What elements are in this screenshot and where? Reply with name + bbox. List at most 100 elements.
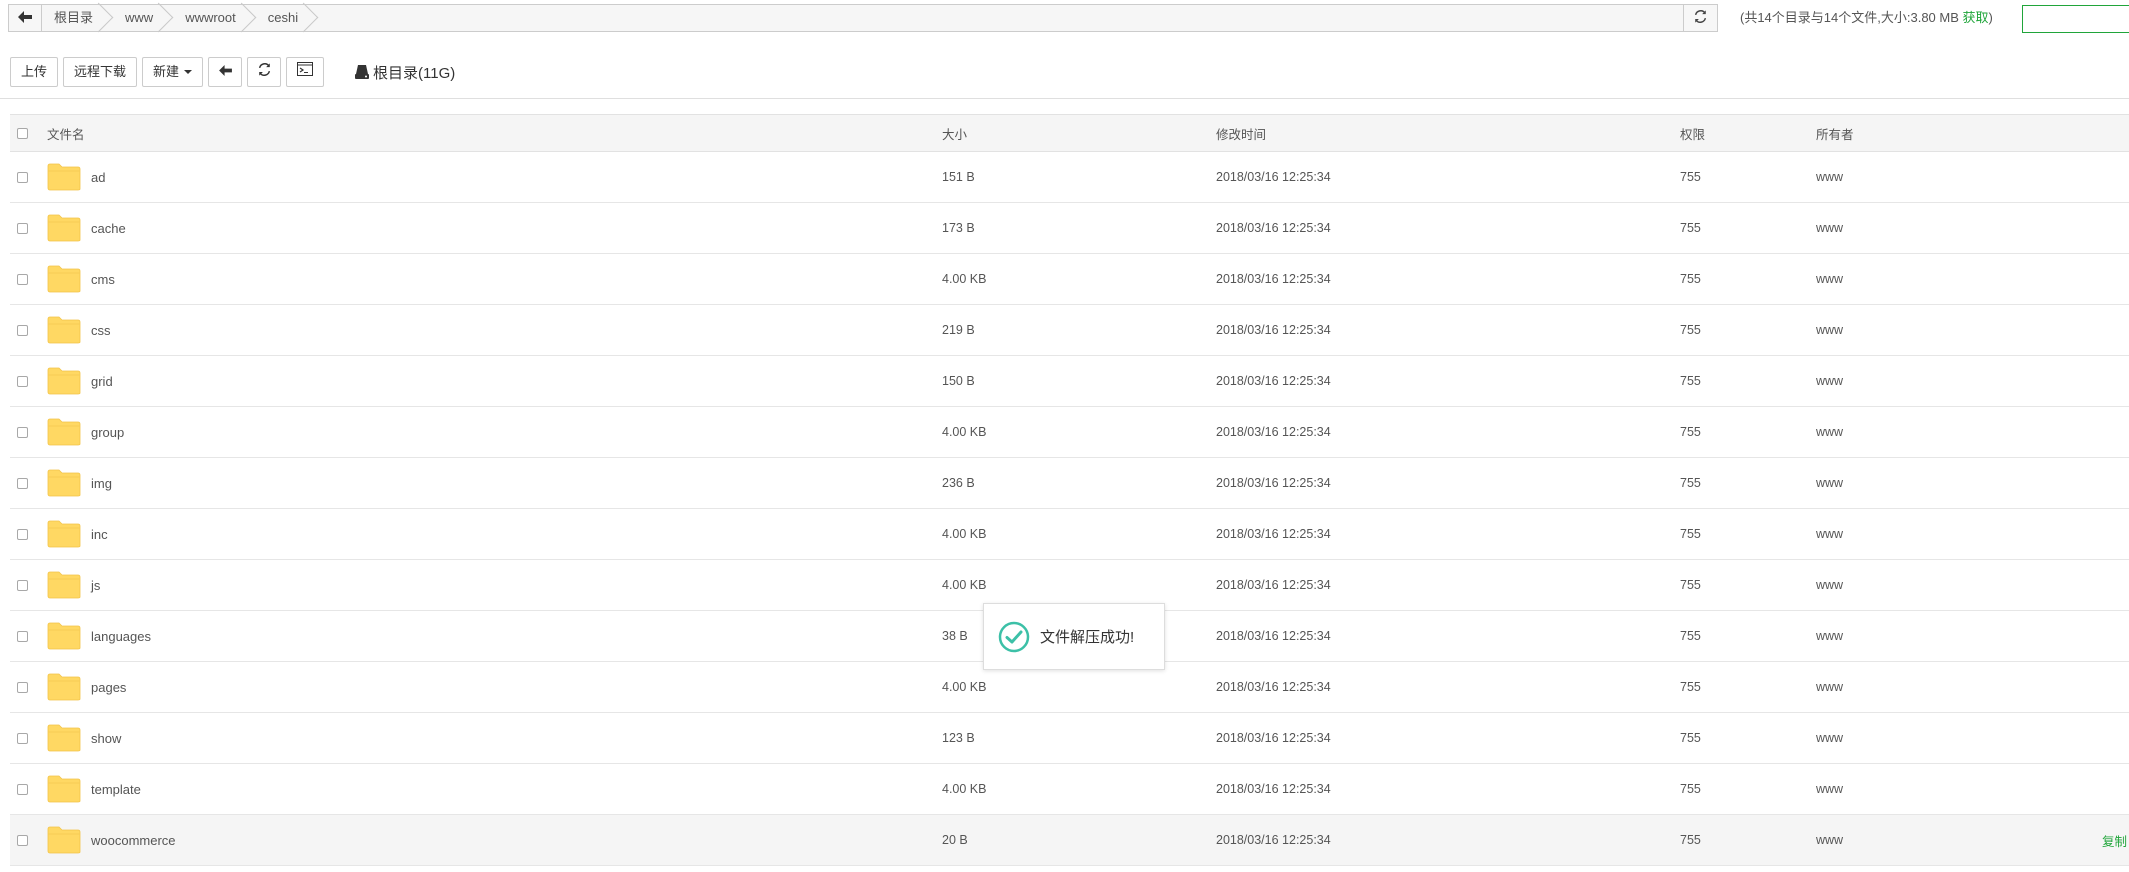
file-owner[interactable]: www	[1816, 764, 1843, 814]
file-owner[interactable]: www	[1816, 662, 1843, 712]
file-owner[interactable]: www	[1816, 611, 1843, 661]
table-row[interactable]: woocommerce 20 B 2018/03/16 12:25:34 755 www…	[10, 815, 2129, 866]
row-checkbox[interactable]	[17, 528, 28, 540]
breadcrumb-item-root[interactable]: 根目录	[42, 4, 113, 32]
file-name-cell[interactable]: ad	[47, 152, 105, 202]
file-permission[interactable]: 755	[1680, 458, 1701, 508]
table-row[interactable]: template 4.00 KB 2018/03/16 12:25:34 755 www	[10, 764, 2129, 815]
file-name-cell[interactable]: grid	[47, 356, 113, 406]
file-name[interactable]: js	[91, 578, 100, 593]
file-name[interactable]: ad	[91, 170, 105, 185]
table-row[interactable]: show 123 B 2018/03/16 12:25:34 755 www	[10, 713, 2129, 764]
table-row[interactable]: ad 151 B 2018/03/16 12:25:34 755 www	[10, 152, 2129, 203]
table-row[interactable]: cms 4.00 KB 2018/03/16 12:25:34 755 www	[10, 254, 2129, 305]
file-owner[interactable]: www	[1816, 356, 1843, 406]
breadcrumb-item-ceshi[interactable]: ceshi	[256, 4, 318, 32]
row-checkbox[interactable]	[17, 477, 28, 489]
file-name[interactable]: template	[91, 782, 141, 797]
column-header-name[interactable]: 文件名	[47, 115, 85, 151]
file-name[interactable]: cache	[91, 221, 126, 236]
table-row[interactable]: group 4.00 KB 2018/03/16 12:25:34 755 www	[10, 407, 2129, 458]
file-name[interactable]: cms	[91, 272, 115, 287]
file-permission[interactable]: 755	[1680, 560, 1701, 610]
file-name-cell[interactable]: inc	[47, 509, 108, 559]
table-row[interactable]: css 219 B 2018/03/16 12:25:34 755 www	[10, 305, 2129, 356]
search-input[interactable]	[2022, 5, 2129, 33]
file-owner[interactable]: www	[1816, 458, 1843, 508]
table-row[interactable]: img 236 B 2018/03/16 12:25:34 755 www	[10, 458, 2129, 509]
table-row[interactable]: cache 173 B 2018/03/16 12:25:34 755 www	[10, 203, 2129, 254]
back-button[interactable]	[208, 57, 243, 87]
table-row[interactable]: grid 150 B 2018/03/16 12:25:34 755 www	[10, 356, 2129, 407]
column-header-owner[interactable]: 所有者	[1816, 115, 1854, 151]
file-owner[interactable]: www	[1816, 152, 1843, 202]
row-checkbox[interactable]	[17, 630, 28, 642]
fetch-size-link[interactable]: 获取	[1963, 10, 1989, 25]
file-owner[interactable]: www	[1816, 509, 1843, 559]
file-name-cell[interactable]: languages	[47, 611, 151, 661]
file-permission[interactable]: 755	[1680, 152, 1701, 202]
file-name-cell[interactable]: template	[47, 764, 141, 814]
refresh-button[interactable]	[247, 57, 282, 87]
breadcrumb-item-wwwroot[interactable]: wwwroot	[173, 4, 256, 32]
file-owner[interactable]: www	[1816, 305, 1843, 355]
file-owner[interactable]: www	[1816, 560, 1843, 610]
row-checkbox[interactable]	[17, 783, 28, 795]
file-name[interactable]: group	[91, 425, 124, 440]
file-permission[interactable]: 755	[1680, 611, 1701, 661]
path-refresh-button[interactable]	[1684, 4, 1718, 32]
row-checkbox[interactable]	[17, 375, 28, 387]
file-name-cell[interactable]: css	[47, 305, 111, 355]
row-checkbox[interactable]	[17, 324, 28, 336]
upload-button[interactable]: 上传	[10, 57, 59, 87]
column-header-mtime[interactable]: 修改时间	[1216, 115, 1266, 151]
file-name-cell[interactable]: cache	[47, 203, 126, 253]
row-checkbox[interactable]	[17, 171, 28, 183]
column-header-size[interactable]: 大小	[942, 115, 967, 151]
file-name[interactable]: pages	[91, 680, 126, 695]
breadcrumb-item-www[interactable]: www	[113, 4, 173, 32]
file-permission[interactable]: 755	[1680, 509, 1701, 559]
file-name[interactable]: img	[91, 476, 112, 491]
table-row[interactable]: inc 4.00 KB 2018/03/16 12:25:34 755 www	[10, 509, 2129, 560]
file-permission[interactable]: 755	[1680, 356, 1701, 406]
file-name-cell[interactable]: pages	[47, 662, 126, 712]
file-name-cell[interactable]: js	[47, 560, 100, 610]
row-checkbox[interactable]	[17, 426, 28, 438]
file-owner[interactable]: www	[1816, 815, 1843, 865]
file-name-cell[interactable]: show	[47, 713, 121, 763]
file-name[interactable]: woocommerce	[91, 833, 176, 848]
file-name-cell[interactable]: cms	[47, 254, 115, 304]
file-owner[interactable]: www	[1816, 254, 1843, 304]
path-back-button[interactable]	[8, 4, 42, 32]
file-permission[interactable]: 755	[1680, 713, 1701, 763]
terminal-button[interactable]	[286, 57, 325, 87]
file-permission[interactable]: 755	[1680, 203, 1701, 253]
row-checkbox[interactable]	[17, 579, 28, 591]
disk-selector[interactable]: 根目录(11G)	[355, 62, 455, 83]
new-dropdown-button[interactable]: 新建	[142, 57, 204, 87]
file-permission[interactable]: 755	[1680, 662, 1701, 712]
file-permission[interactable]: 755	[1680, 815, 1701, 865]
file-permission[interactable]: 755	[1680, 764, 1701, 814]
file-name-cell[interactable]: group	[47, 407, 124, 457]
file-name[interactable]: inc	[91, 527, 108, 542]
file-owner[interactable]: www	[1816, 203, 1843, 253]
row-checkbox[interactable]	[17, 681, 28, 693]
file-name[interactable]: languages	[91, 629, 151, 644]
file-owner[interactable]: www	[1816, 407, 1843, 457]
file-permission[interactable]: 755	[1680, 305, 1701, 355]
row-checkbox[interactable]	[17, 834, 28, 846]
copy-action-link[interactable]: 复制	[2102, 815, 2127, 865]
file-permission[interactable]: 755	[1680, 254, 1701, 304]
file-owner[interactable]: www	[1816, 713, 1843, 763]
row-checkbox[interactable]	[17, 222, 28, 234]
select-all-checkbox[interactable]	[17, 127, 28, 139]
file-name[interactable]: show	[91, 731, 121, 746]
file-name[interactable]: grid	[91, 374, 113, 389]
row-checkbox[interactable]	[17, 732, 28, 744]
file-name[interactable]: css	[91, 323, 111, 338]
file-permission[interactable]: 755	[1680, 407, 1701, 457]
remote-download-button[interactable]: 远程下载	[63, 57, 138, 87]
column-header-permission[interactable]: 权限	[1680, 115, 1705, 151]
